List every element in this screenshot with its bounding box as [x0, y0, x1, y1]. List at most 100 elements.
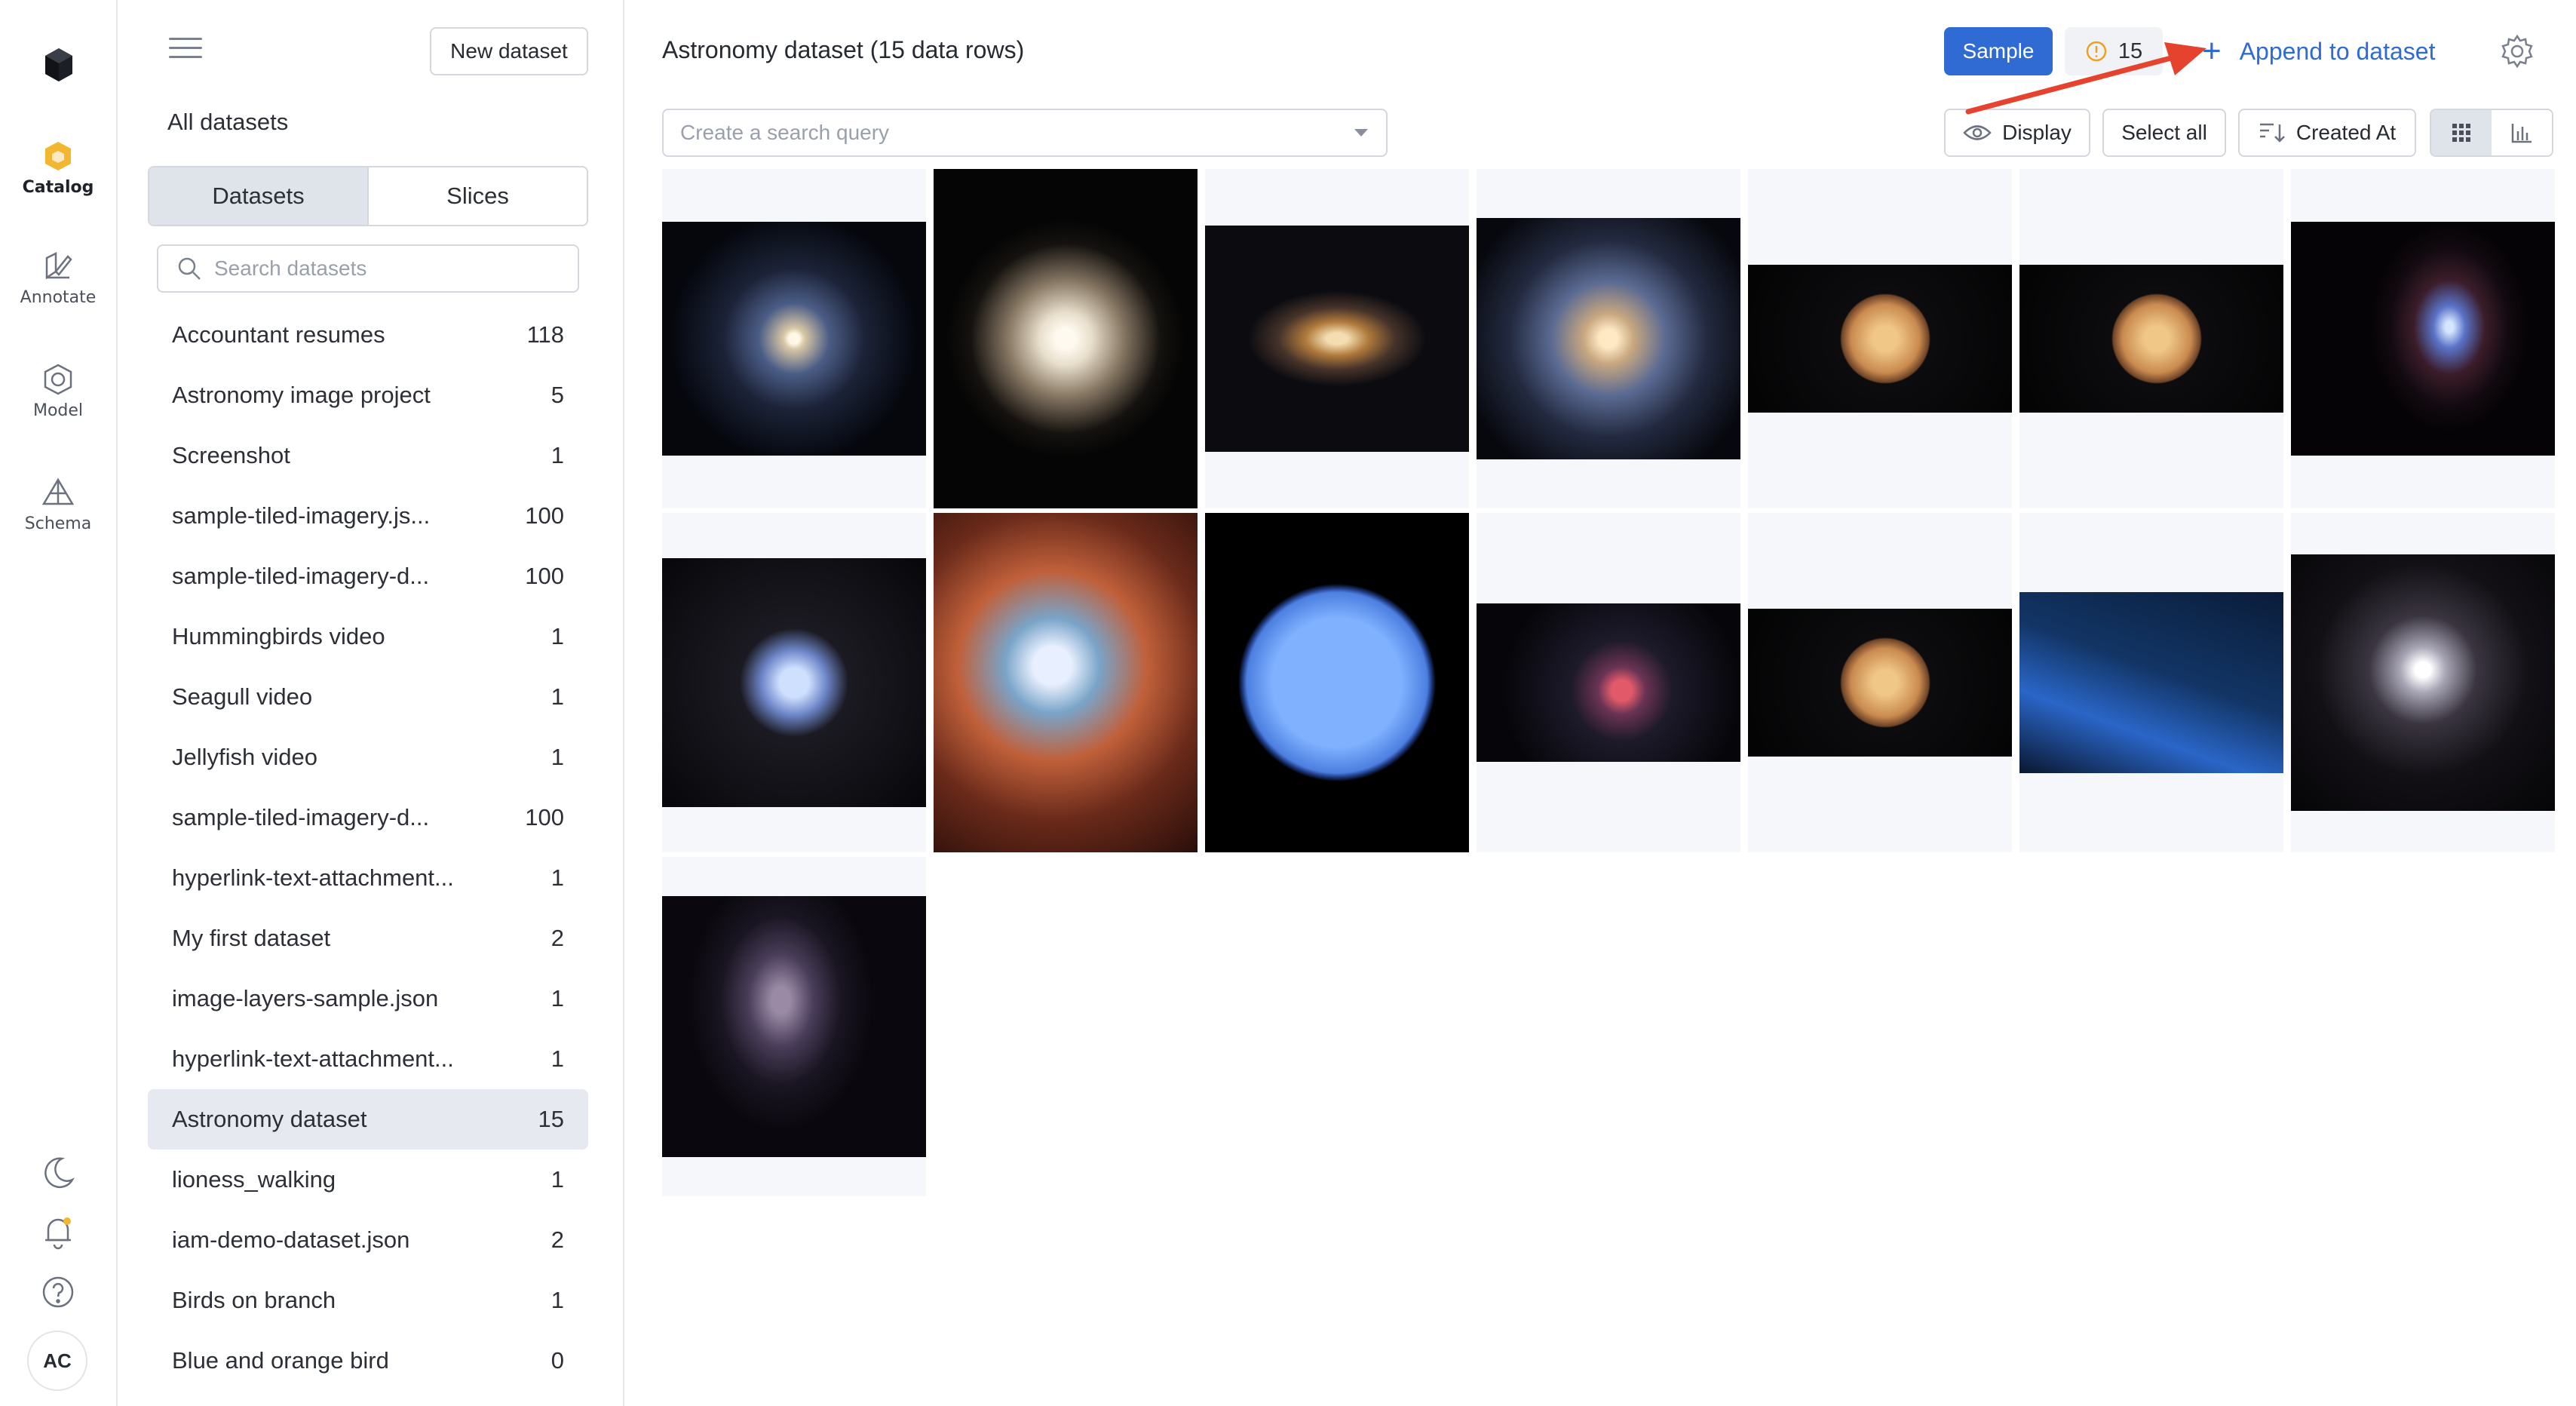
dataset-name: image-layers-sample.json: [172, 985, 439, 1012]
gallery-thumbnail[interactable]: [2291, 513, 2555, 852]
dataset-count: 15: [538, 1106, 564, 1132]
dataset-list-item[interactable]: Hummingbirds video 1: [148, 606, 588, 667]
navigation-rail: Catalog Annotate Model Schema AC: [0, 0, 118, 1406]
gallery-thumbnail[interactable]: [662, 169, 926, 508]
search-icon: [178, 257, 201, 280]
dataset-name: Blue and orange bird: [172, 1347, 389, 1374]
gallery-thumbnail[interactable]: [2291, 169, 2555, 508]
help-icon[interactable]: [39, 1273, 77, 1311]
schema-icon: [41, 477, 75, 505]
model-icon: [44, 364, 72, 395]
dataset-name: hyperlink-text-attachment...: [172, 1045, 454, 1072]
dataset-list-item[interactable]: sample-tiled-imagery.js... 100: [148, 486, 588, 546]
dataset-list: Accountant resumes 118 Astronomy image pro…: [148, 305, 588, 1391]
rail-item-annotate[interactable]: Annotate: [0, 249, 116, 332]
planet-venus-image: [1748, 265, 2012, 413]
gallery-thumbnail[interactable]: [1477, 513, 1740, 852]
rail-item-model[interactable]: Model: [0, 362, 116, 445]
annotate-icon: [45, 251, 72, 280]
dataset-name: hyperlink-text-attachment...: [172, 864, 454, 891]
dataset-list-item[interactable]: Birds on branch 1: [148, 1270, 588, 1331]
dust-pillar-image: [662, 896, 926, 1157]
gallery-thumbnail[interactable]: [1748, 169, 2012, 508]
dataset-list-item[interactable]: Jellyfish video 1: [148, 727, 588, 787]
gear-icon[interactable]: [2499, 33, 2535, 69]
app-logo-icon[interactable]: [38, 44, 80, 86]
gallery-thumbnail[interactable]: [662, 857, 926, 1196]
dataset-name: iam-demo-dataset.json: [172, 1226, 410, 1253]
dataset-list-item[interactable]: sample-tiled-imagery-d... 100: [148, 787, 588, 848]
dataset-list-item[interactable]: lioness_walking 1: [148, 1150, 588, 1210]
gallery-thumbnail[interactable]: [2019, 513, 2283, 852]
gallery-thumbnail[interactable]: [934, 169, 1198, 508]
select-all-button[interactable]: Select all: [2102, 109, 2226, 157]
dataset-list-item[interactable]: Astronomy image project 5: [148, 365, 588, 425]
dataset-name: Astronomy image project: [172, 382, 431, 408]
plus-icon: +: [2202, 32, 2222, 69]
bell-icon[interactable]: [39, 1213, 77, 1251]
rail-label: Model: [32, 401, 84, 420]
dataset-count: 1: [550, 864, 564, 891]
gallery-thumbnail[interactable]: [1205, 513, 1469, 852]
dataset-name: lioness_walking: [172, 1166, 336, 1193]
dataset-list-item[interactable]: Screenshot 1: [148, 425, 588, 486]
avatar[interactable]: AC: [27, 1331, 87, 1391]
tab-slices[interactable]: Slices: [369, 167, 587, 225]
dataset-name: Astronomy dataset: [172, 1106, 367, 1132]
dataset-list-item[interactable]: Seagull video 1: [148, 667, 588, 727]
dataset-count: 1: [550, 744, 564, 770]
planetary-nebula-image: [662, 558, 926, 807]
dataset-list-item[interactable]: Astronomy dataset 15: [148, 1089, 588, 1150]
gallery-thumbnail[interactable]: [1205, 169, 1469, 508]
analytics-view-button[interactable]: [2492, 110, 2552, 155]
search-query-input[interactable]: [680, 121, 1353, 145]
dataset-search: [157, 244, 579, 293]
dataset-count: 1: [550, 1045, 564, 1072]
rail-item-catalog[interactable]: Catalog: [0, 139, 116, 222]
sample-button[interactable]: Sample: [1944, 27, 2053, 75]
gallery-thumbnail[interactable]: [662, 513, 926, 852]
rail-item-schema[interactable]: Schema: [0, 475, 116, 558]
sort-button[interactable]: Created At: [2238, 109, 2416, 157]
dataset-name: Birds on branch: [172, 1287, 336, 1313]
dataset-slice-tabs: Datasets Slices: [148, 166, 588, 226]
dataset-count: 100: [525, 563, 564, 589]
append-to-dataset-link[interactable]: + Append to dataset: [2202, 30, 2435, 72]
page-title: Astronomy dataset (15 data rows): [662, 36, 1025, 63]
dataset-name: Accountant resumes: [172, 321, 385, 348]
new-dataset-button[interactable]: New dataset: [430, 27, 588, 75]
tilted-galaxy-image: [1205, 226, 1469, 452]
gallery-thumbnail[interactable]: [2019, 169, 2283, 508]
gallery-thumbnail[interactable]: [1748, 513, 2012, 852]
gallery-thumbnail[interactable]: [934, 513, 1198, 852]
dataset-count: 1: [550, 1287, 564, 1313]
dataset-count: 100: [525, 502, 564, 529]
dataset-name: Seagull video: [172, 683, 313, 710]
star-cluster-nebula-image: [934, 513, 1198, 852]
dataset-name: Hummingbirds video: [172, 623, 385, 649]
dataset-list-item[interactable]: image-layers-sample.json 1: [148, 969, 588, 1029]
dataset-count: 5: [550, 382, 564, 408]
view-toggle: [2430, 109, 2553, 157]
dataset-list-item[interactable]: Accountant resumes 118: [148, 305, 588, 365]
dataset-list-item[interactable]: My first dataset 2: [148, 908, 588, 969]
dataset-list-item[interactable]: iam-demo-dataset.json 2: [148, 1210, 588, 1270]
moon-icon[interactable]: [39, 1154, 77, 1192]
dataset-name: sample-tiled-imagery-d...: [172, 563, 430, 589]
warnings-badge[interactable]: 15: [2065, 27, 2163, 75]
gallery-thumbnail[interactable]: [1477, 169, 1740, 508]
display-label: Display: [2002, 121, 2072, 144]
planet-venus-image: [1748, 609, 2012, 757]
dataset-list-item[interactable]: sample-tiled-imagery-d... 100: [148, 546, 588, 606]
append-label: Append to dataset: [2239, 37, 2436, 65]
tab-datasets[interactable]: Datasets: [149, 167, 369, 225]
chevron-down-icon[interactable]: [1353, 127, 1369, 138]
dataset-list-item[interactable]: hyperlink-text-attachment... 1: [148, 1029, 588, 1089]
grid-view-button[interactable]: [2431, 110, 2492, 155]
rail-label: Catalog: [22, 178, 94, 197]
search-datasets-input[interactable]: [214, 256, 561, 281]
dataset-list-item[interactable]: hyperlink-text-attachment... 1: [148, 848, 588, 908]
dataset-list-item[interactable]: Blue and orange bird 0: [148, 1331, 588, 1391]
menu-icon[interactable]: [169, 38, 202, 65]
display-button[interactable]: Display: [1944, 109, 2090, 157]
